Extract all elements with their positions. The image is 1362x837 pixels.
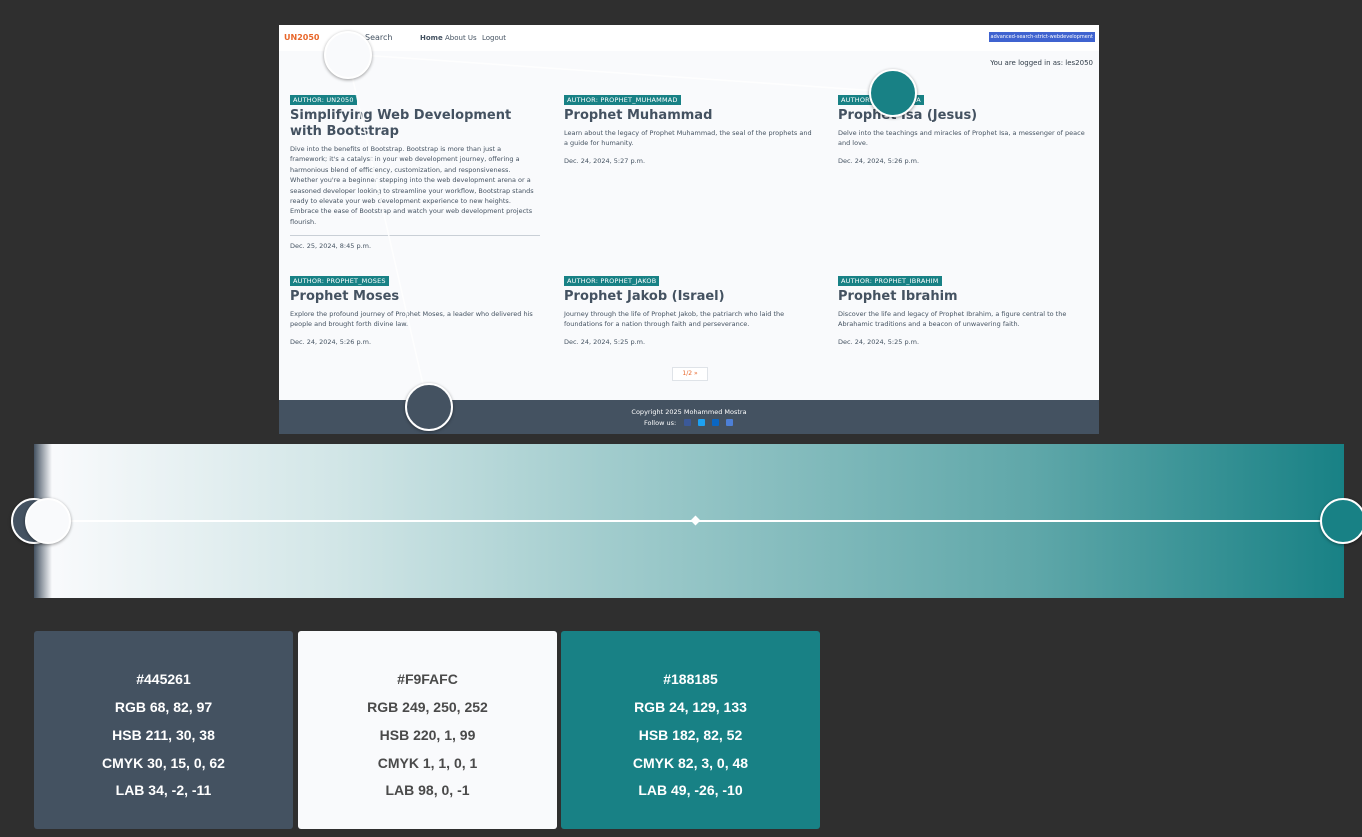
swatch-rgb: RGB 68, 82, 97: [114, 699, 213, 715]
color-picker-handle-light[interactable]: [324, 31, 372, 79]
swatch-hsb: HSB 182, 82, 52: [638, 727, 743, 743]
swatch-lab: LAB 98, 0, -1: [385, 782, 470, 798]
gradient-stop-light[interactable]: [25, 498, 71, 544]
swatch-cmyk: CMYK 82, 3, 0, 48: [632, 755, 749, 771]
color-picker-handle-slate[interactable]: [405, 383, 453, 431]
swatch-lab: LAB 34, -2, -11: [115, 782, 212, 798]
gradient-stop-teal[interactable]: [1320, 498, 1362, 544]
swatch-hex: #188185: [663, 671, 718, 687]
color-swatch[interactable]: #188185 RGB 24, 129, 133 HSB 182, 82, 52…: [561, 631, 820, 829]
swatch-rgb: RGB 24, 129, 133: [634, 699, 747, 715]
swatch-hsb: HSB 211, 30, 38: [112, 727, 215, 743]
color-picker-handle-teal[interactable]: [869, 69, 917, 117]
swatch-cmyk: CMYK 30, 15, 0, 62: [102, 755, 225, 771]
color-swatch[interactable]: #445261 RGB 68, 82, 97 HSB 211, 30, 38 C…: [34, 631, 293, 829]
swatch-cmyk: CMYK 1, 1, 0, 1: [377, 755, 478, 771]
color-swatch[interactable]: #F9FAFC RGB 249, 250, 252 HSB 220, 1, 99…: [298, 631, 557, 829]
swatch-hex: #F9FAFC: [397, 671, 458, 687]
swatch-rgb: RGB 249, 250, 252: [367, 699, 488, 715]
swatch-hsb: HSB 220, 1, 99: [379, 727, 476, 743]
swatch-lab: LAB 49, -26, -10: [638, 782, 743, 798]
swatch-hex: #445261: [136, 671, 191, 687]
